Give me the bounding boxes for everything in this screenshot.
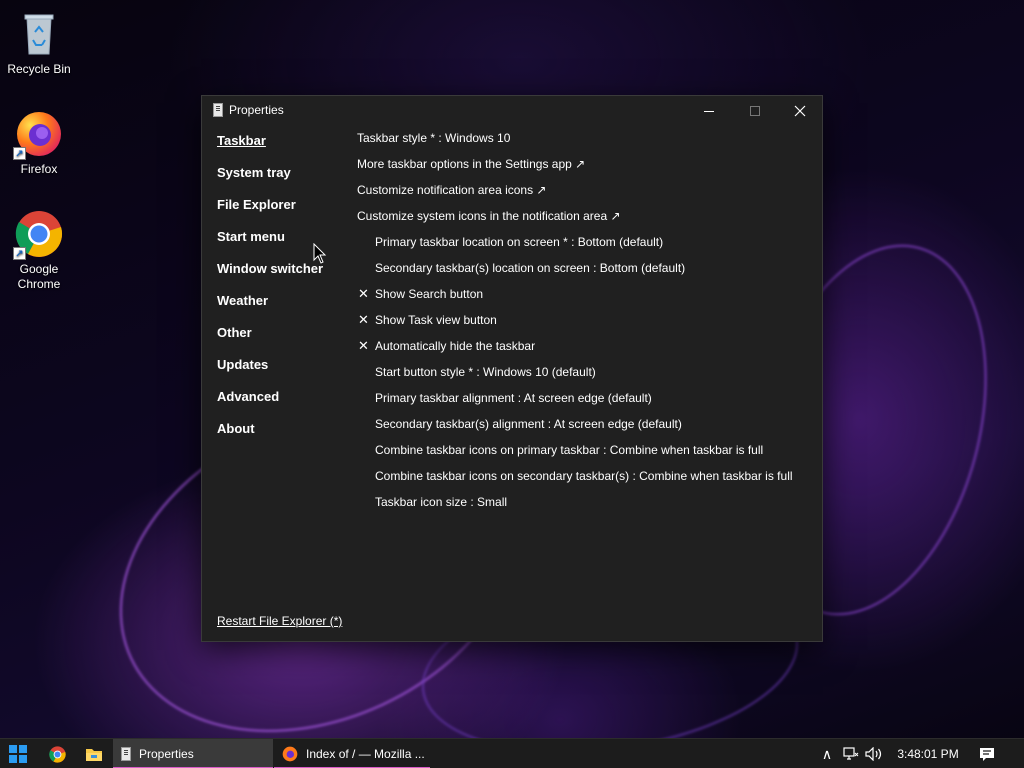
properties-app-icon (213, 103, 223, 117)
chrome-icon (48, 745, 66, 763)
setting-primary-taskbar-location[interactable]: Primary taskbar location on screen * : B… (357, 234, 817, 260)
desktop-icon-label: Firefox (20, 162, 58, 176)
folder-icon (86, 748, 102, 761)
shortcut-arrow-icon: ↗ (13, 247, 26, 260)
nav-item-taskbar[interactable]: Taskbar (217, 132, 347, 164)
nav-item-about[interactable]: About (217, 420, 347, 452)
chrome-icon: ↗ (13, 210, 63, 260)
network-icon[interactable] (842, 739, 860, 768)
close-icon (794, 105, 806, 117)
desktop-icon-recycle-bin[interactable]: Recycle Bin (1, 10, 77, 77)
link-taskbar-settings-app[interactable]: More taskbar options in the Settings app… (357, 156, 817, 182)
taskbar-pinned-chrome[interactable] (46, 739, 68, 768)
taskbar-app-label: Index of / — Mozilla ... (306, 747, 425, 761)
setting-combine-icons-primary[interactable]: Combine taskbar icons on primary taskbar… (357, 442, 817, 468)
minimize-button[interactable] (686, 96, 732, 126)
action-center-button[interactable] (976, 739, 998, 768)
setting-start-button-style[interactable]: Start button style * : Windows 10 (defau… (357, 364, 817, 390)
nav-item-system-tray[interactable]: System tray (217, 164, 347, 196)
setting-secondary-taskbar-alignment[interactable]: Secondary taskbar(s) alignment : At scre… (357, 416, 817, 442)
toggle-auto-hide-taskbar[interactable]: ✕ Automatically hide the taskbar (357, 338, 817, 364)
taskbar-pinned-file-explorer[interactable] (83, 739, 105, 768)
nav-item-weather[interactable]: Weather (217, 292, 347, 324)
link-notification-area-icons[interactable]: Customize notification area icons ↗ (357, 182, 817, 208)
start-button[interactable] (0, 739, 36, 768)
desktop-icon-label: Recycle Bin (7, 62, 71, 76)
firefox-icon (282, 746, 298, 762)
setting-label: Show Search button (375, 287, 484, 301)
shortcut-arrow-icon: ↗ (13, 147, 26, 160)
taskbar-app-label: Properties (139, 747, 194, 761)
setting-label: Automatically hide the taskbar (375, 339, 536, 353)
notification-icon (980, 747, 994, 761)
check-mark-icon: ✕ (358, 312, 369, 327)
recycle-bin-icon (15, 10, 63, 58)
nav-item-start-menu[interactable]: Start menu (217, 228, 347, 260)
nav-item-window-switcher[interactable]: Window switcher (217, 260, 347, 292)
nav-item-advanced[interactable]: Advanced (217, 388, 347, 420)
setting-taskbar-style[interactable]: Taskbar style * : Windows 10 (357, 130, 817, 156)
settings-list: Taskbar style * : Windows 10 More taskba… (357, 130, 817, 520)
setting-taskbar-icon-size[interactable]: Taskbar icon size : Small (357, 494, 817, 520)
desktop-icon-label: Google Chrome (17, 262, 61, 291)
setting-label: Show Task view button (375, 313, 497, 327)
taskbar-app-firefox[interactable]: Index of / — Mozilla ... (274, 739, 430, 768)
properties-window: Properties Taskbar System tray File Expl… (201, 95, 823, 642)
toggle-show-task-view-button[interactable]: ✕ Show Task view button (357, 312, 817, 338)
nav-item-other[interactable]: Other (217, 324, 347, 356)
close-button[interactable] (777, 96, 823, 126)
taskbar-clock[interactable]: 3:48:01 PM (896, 739, 960, 768)
restart-file-explorer-link[interactable]: Restart File Explorer (*) (217, 614, 342, 628)
show-hidden-icons-button[interactable]: ∧ (818, 739, 836, 768)
minimize-icon (704, 110, 714, 112)
title-bar[interactable]: Properties (202, 96, 822, 126)
maximize-icon (750, 106, 760, 116)
maximize-button[interactable] (732, 96, 778, 126)
nav-item-file-explorer[interactable]: File Explorer (217, 196, 347, 228)
setting-combine-icons-secondary[interactable]: Combine taskbar icons on secondary taskb… (357, 468, 817, 494)
link-system-icons-notification-area[interactable]: Customize system icons in the notificati… (357, 208, 817, 234)
mouse-cursor-icon (313, 243, 327, 264)
window-title: Properties (229, 103, 284, 117)
sidebar-nav: Taskbar System tray File Explorer Start … (217, 132, 347, 452)
taskbar: Properties Index of / — Mozilla ... ∧ 3:… (0, 738, 1024, 768)
desktop-icon-google-chrome[interactable]: ↗ Google Chrome (1, 210, 77, 292)
firefox-icon: ↗ (13, 110, 63, 160)
check-mark-icon: ✕ (358, 338, 369, 353)
toggle-show-search-button[interactable]: ✕ Show Search button (357, 286, 817, 312)
windows-logo-icon (9, 745, 27, 763)
properties-app-icon (121, 747, 131, 761)
nav-item-updates[interactable]: Updates (217, 356, 347, 388)
desktop-icon-firefox[interactable]: ↗ Firefox (1, 110, 77, 177)
setting-secondary-taskbar-location[interactable]: Secondary taskbar(s) location on screen … (357, 260, 817, 286)
check-mark-icon: ✕ (358, 286, 369, 301)
setting-primary-taskbar-alignment[interactable]: Primary taskbar alignment : At screen ed… (357, 390, 817, 416)
volume-icon[interactable] (864, 739, 884, 768)
taskbar-app-properties[interactable]: Properties (113, 739, 273, 768)
